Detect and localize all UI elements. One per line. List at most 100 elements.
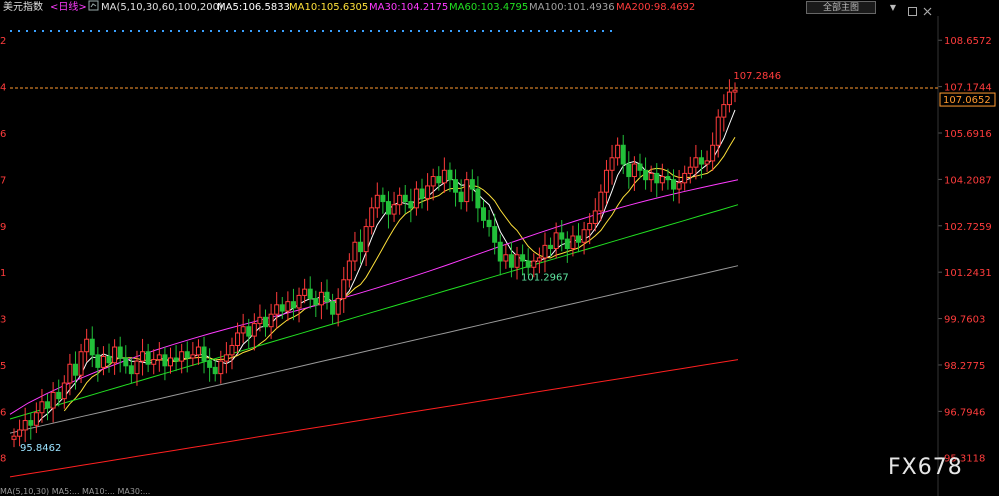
- candle-body: [693, 157, 699, 168]
- candle-body: [363, 226, 369, 253]
- dotted-marker: [218, 30, 220, 32]
- dotted-marker: [26, 30, 28, 32]
- chevron-down-icon[interactable]: ▼: [887, 1, 899, 14]
- candle-body: [576, 235, 582, 243]
- candle-body: [95, 354, 101, 368]
- candle-body: [223, 354, 229, 362]
- candle-body: [570, 235, 576, 249]
- candle-body: [123, 357, 129, 367]
- candle-body: [318, 291, 324, 306]
- candle-body: [313, 298, 319, 306]
- y-tick-label: 96.7946: [944, 407, 985, 418]
- candle-body: [520, 254, 526, 262]
- left-tick-fragment: 8: [0, 454, 6, 465]
- dotted-marker: [42, 30, 44, 32]
- candle-body: [397, 194, 403, 206]
- y-tick-label: 107.1744: [944, 83, 992, 94]
- ma60-value: MA60:103.4795: [449, 2, 529, 13]
- dotted-marker: [234, 30, 236, 32]
- candle-body: [145, 351, 151, 365]
- dotted-marker: [170, 30, 172, 32]
- dotted-marker: [546, 30, 548, 32]
- candle-body: [480, 207, 486, 221]
- candle-body: [246, 326, 252, 337]
- candle-body: [341, 279, 347, 300]
- candle-body: [190, 354, 196, 359]
- dotted-marker: [506, 30, 508, 32]
- dotted-marker: [162, 30, 164, 32]
- candle-body: [140, 351, 146, 362]
- dotted-marker: [554, 30, 556, 32]
- candle-body: [162, 354, 168, 367]
- dotted-marker: [594, 30, 596, 32]
- dotted-marker: [474, 30, 476, 32]
- candle-body: [167, 357, 173, 367]
- period-label[interactable]: <日线>: [50, 0, 87, 16]
- y-tick-label: 104.2087: [944, 175, 992, 186]
- left-tick-fragment: 4: [0, 83, 6, 94]
- candle-body: [67, 363, 73, 384]
- candle-body: [682, 172, 688, 184]
- candle-body: [436, 176, 442, 184]
- ma-group-label: MA(5,10,30,60,100,200): [101, 2, 223, 13]
- candle-body: [592, 210, 598, 224]
- candle-body: [201, 346, 207, 362]
- candle-body: [335, 298, 341, 315]
- dotted-marker: [466, 30, 468, 32]
- candle-body: [50, 391, 56, 409]
- candle-body: [61, 382, 67, 400]
- dotted-marker: [146, 30, 148, 32]
- candle-body: [78, 351, 84, 376]
- candle-body: [626, 163, 632, 178]
- candle-body: [22, 420, 28, 431]
- candle-body: [721, 104, 727, 118]
- dotted-marker: [298, 30, 300, 32]
- indicator-strip: MA(5,10,30) MA5:... MA10:... MA30:...: [0, 487, 151, 496]
- dotted-marker: [498, 30, 500, 32]
- dotted-marker: [50, 30, 52, 32]
- candle-body: [542, 244, 548, 259]
- candle-body: [609, 157, 615, 171]
- candle-body: [732, 89, 738, 93]
- left-tick-fragment: 6: [0, 407, 6, 418]
- main-chart-mode-button[interactable]: 全部主图: [806, 1, 876, 14]
- fullscreen-icon[interactable]: [907, 2, 918, 16]
- candle-body: [475, 188, 481, 209]
- y-tick-label: 98.2775: [944, 361, 985, 372]
- candle-body: [56, 391, 62, 400]
- low-label: 95.8462: [20, 443, 61, 454]
- left-tick-fragment: 7: [0, 175, 6, 186]
- candle-body: [45, 401, 51, 409]
- candle-body: [525, 260, 531, 268]
- dotted-marker: [434, 30, 436, 32]
- candle-body: [285, 301, 291, 312]
- dotted-marker: [362, 30, 364, 32]
- dotted-marker: [130, 30, 132, 32]
- candle-body: [704, 160, 710, 165]
- candle-body: [11, 435, 17, 440]
- dotted-marker: [138, 30, 140, 32]
- candlestick-chart[interactable]: 108.6572 107.1744 105.6916 104.2087 102.7259…: [0, 0, 999, 496]
- ma5-value: MA5:106.5833: [217, 2, 290, 13]
- candle-body: [687, 166, 693, 174]
- settings-icon[interactable]: [88, 0, 99, 11]
- left-tick-fragment: 1: [0, 268, 6, 279]
- candle-body: [603, 169, 609, 193]
- candle-body: [598, 191, 604, 212]
- dotted-marker: [202, 30, 204, 32]
- dotted-marker: [410, 30, 412, 32]
- candle-body: [548, 244, 554, 250]
- close-icon[interactable]: [922, 2, 933, 16]
- candle-body: [497, 241, 503, 262]
- dotted-marker: [114, 30, 116, 32]
- dotted-marker: [610, 30, 612, 32]
- candle-body: [503, 254, 509, 262]
- dotted-marker: [154, 30, 156, 32]
- dotted-marker: [522, 30, 524, 32]
- candle-body: [296, 294, 302, 309]
- candle-body: [33, 412, 39, 426]
- candle-body: [290, 301, 296, 309]
- candle-body: [536, 257, 542, 262]
- dotted-marker: [530, 30, 532, 32]
- y-tick-label: 102.7259: [944, 222, 992, 233]
